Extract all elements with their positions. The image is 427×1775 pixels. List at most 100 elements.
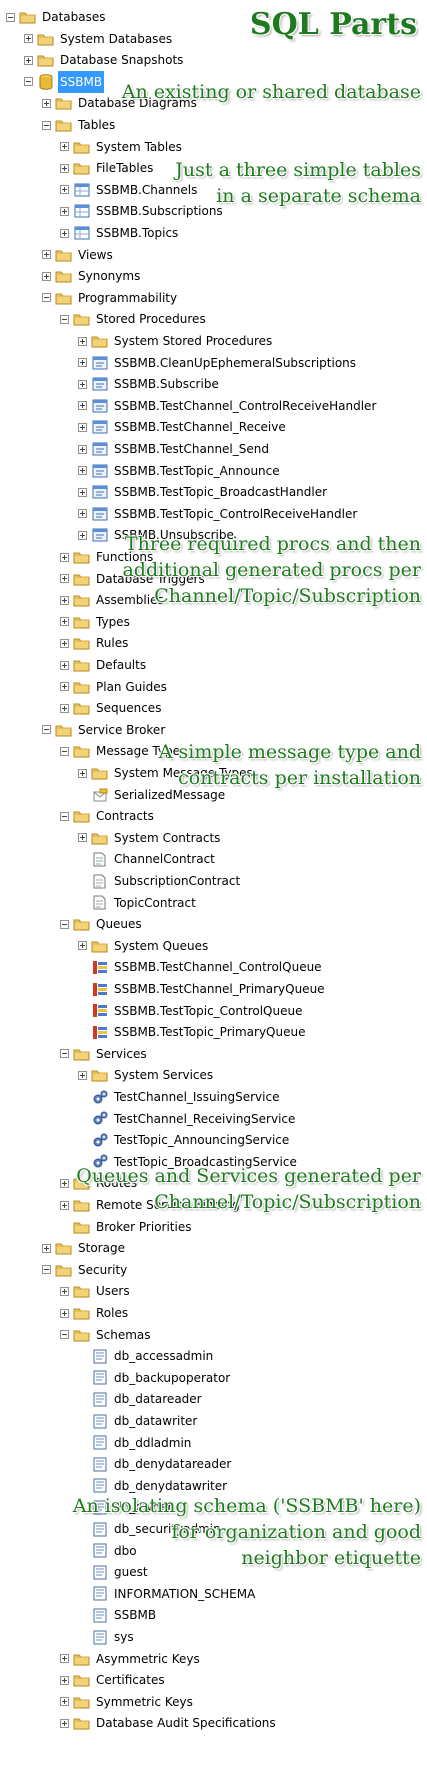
tree-node[interactable]: SSBMB.TestChannel_Send — [78, 438, 271, 460]
tree-node[interactable]: Stored Procedures — [60, 308, 208, 330]
tree-node[interactable]: Users — [60, 1280, 132, 1302]
expand-icon[interactable] — [60, 228, 69, 238]
tree-node-label[interactable]: Symmetric Keys — [94, 1691, 195, 1713]
tree-node[interactable]: SSBMB.TestChannel_ControlQueue — [78, 956, 324, 978]
tree-node[interactable]: System Databases — [24, 28, 174, 50]
tree-node[interactable]: SSBMB.Channels — [60, 179, 199, 201]
collapse-icon[interactable] — [24, 77, 33, 87]
collapse-icon[interactable] — [60, 919, 69, 929]
expand-icon[interactable] — [60, 1286, 69, 1296]
tree-node-label[interactable]: SSBMB.TestTopic_PrimaryQueue — [112, 1021, 307, 1043]
tree-node[interactable]: Programmability — [42, 287, 179, 309]
tree-node-label[interactable]: db_backupoperator — [112, 1367, 232, 1389]
tree-node-label[interactable]: SSBMB.TestChannel_Receive — [112, 416, 288, 438]
expand-icon[interactable] — [60, 1654, 69, 1664]
expand-icon[interactable] — [60, 682, 69, 692]
tree-node-label[interactable]: TopicContract — [112, 892, 198, 914]
tree-node[interactable]: dbo — [78, 1540, 139, 1562]
collapse-icon[interactable] — [42, 725, 51, 735]
tree-node-label[interactable]: SSBMB.TestChannel_PrimaryQueue — [112, 978, 327, 1000]
tree-node[interactable]: SSBMB.TestChannel_ControlReceiveHandler — [78, 395, 378, 417]
expand-icon[interactable] — [60, 660, 69, 670]
tree-node[interactable]: SSBMB.TestTopic_Announce — [78, 460, 282, 482]
expand-icon[interactable] — [42, 98, 51, 108]
tree-node[interactable]: SSBMB.TestTopic_BroadcastHandler — [78, 481, 329, 503]
tree-node-label[interactable]: Rules — [94, 632, 130, 654]
tree-node[interactable]: db_denydatareader — [78, 1453, 233, 1475]
tree-node-label[interactable]: db_denydatareader — [112, 1453, 233, 1475]
tree-node-label[interactable]: System Services — [112, 1064, 215, 1086]
tree-node[interactable]: sys — [78, 1626, 136, 1648]
tree-node-label[interactable]: Queues — [94, 913, 144, 935]
tree-node[interactable]: Queues — [60, 913, 144, 935]
tree-node[interactable]: Contracts — [60, 805, 156, 827]
tree-node-label[interactable]: Databases — [40, 6, 108, 28]
tree-node[interactable]: System Contracts — [78, 827, 222, 849]
tree-node-label[interactable]: Sequences — [94, 697, 163, 719]
tree-node-label[interactable]: System Tables — [94, 136, 184, 158]
tree-node-label[interactable]: dbo — [112, 1540, 139, 1562]
expand-icon[interactable] — [78, 1070, 87, 1080]
expand-icon[interactable] — [78, 401, 87, 411]
tree-node-label[interactable]: guest — [112, 1561, 150, 1583]
tree-node-label[interactable]: Views — [76, 244, 115, 266]
tree-node-label[interactable]: INFORMATION_SCHEMA — [112, 1583, 257, 1605]
tree-node-label[interactable]: SSBMB.TestChannel_Send — [112, 438, 271, 460]
expand-icon[interactable] — [78, 379, 87, 389]
tree-node-label[interactable]: SSBMB.Subscriptions — [94, 200, 225, 222]
tree-node-label[interactable]: Contracts — [94, 805, 156, 827]
tree-node[interactable]: db_datareader — [78, 1388, 204, 1410]
tree-node[interactable]: FileTables — [60, 157, 155, 179]
tree-node-label[interactable]: System Queues — [112, 935, 210, 957]
expand-icon[interactable] — [60, 206, 69, 216]
tree-node[interactable]: Broker Priorities — [60, 1216, 193, 1238]
tree-node[interactable]: Services — [60, 1043, 149, 1065]
collapse-icon[interactable] — [60, 811, 69, 821]
tree-node-label[interactable]: Service Broker — [76, 719, 167, 741]
tree-node[interactable]: TopicContract — [78, 892, 198, 914]
tree-node-label[interactable]: Plan Guides — [94, 676, 169, 698]
tree-node-label[interactable]: Synonyms — [76, 265, 142, 287]
tree-node[interactable]: Symmetric Keys — [60, 1691, 195, 1713]
collapse-icon[interactable] — [6, 12, 15, 22]
tree-node-label[interactable]: System Stored Procedures — [112, 330, 274, 352]
tree-node[interactable]: SSBMB.Subscriptions — [60, 200, 225, 222]
expand-icon[interactable] — [78, 833, 87, 843]
expand-icon[interactable] — [78, 336, 87, 346]
tree-node-label[interactable]: Types — [94, 611, 132, 633]
tree-node-label[interactable]: Database Snapshots — [58, 49, 185, 71]
tree-node-label[interactable]: Programmability — [76, 287, 179, 309]
tree-node-label[interactable]: Certificates — [94, 1669, 167, 1691]
tree-node[interactable]: db_backupoperator — [78, 1367, 232, 1389]
tree-node-label[interactable]: db_accessadmin — [112, 1345, 215, 1367]
tree-node[interactable]: SSBMB.CleanUpEphemeralSubscriptions — [78, 352, 358, 374]
expand-icon[interactable] — [78, 487, 87, 497]
tree-node-label[interactable]: SSBMB — [112, 1604, 158, 1626]
tree-node-label[interactable]: SSBMB.TestTopic_ControlQueue — [112, 1000, 304, 1022]
expand-icon[interactable] — [78, 941, 87, 951]
tree-node-label[interactable]: SSBMB.CleanUpEphemeralSubscriptions — [112, 352, 358, 374]
expand-icon[interactable] — [78, 530, 87, 540]
tree-node-label[interactable]: Security — [76, 1259, 129, 1281]
expand-icon[interactable] — [60, 574, 69, 584]
tree-node[interactable]: SSBMB.TestChannel_PrimaryQueue — [78, 978, 327, 1000]
expand-icon[interactable] — [42, 1243, 51, 1253]
tree-node[interactable]: Defaults — [60, 654, 148, 676]
tree-node[interactable]: Schemas — [60, 1324, 153, 1346]
tree-node-label[interactable]: SSBMB.Topics — [94, 222, 180, 244]
tree-node-label[interactable]: SSBMB.TestChannel_ControlReceiveHandler — [112, 395, 378, 417]
tree-node[interactable]: Assemblies — [60, 589, 166, 611]
tree-node[interactable]: ChannelContract — [78, 848, 217, 870]
tree-node[interactable]: guest — [78, 1561, 150, 1583]
tree-node[interactable]: Database Audit Specifications — [60, 1712, 278, 1734]
tree-node[interactable]: Asymmetric Keys — [60, 1648, 202, 1670]
tree-node[interactable]: System Stored Procedures — [78, 330, 274, 352]
tree-node[interactable]: Certificates — [60, 1669, 167, 1691]
tree-node[interactable]: Security — [42, 1259, 129, 1281]
tree-node-label[interactable]: Stored Procedures — [94, 308, 208, 330]
tree-node-label[interactable]: Broker Priorities — [94, 1216, 193, 1238]
tree-node[interactable]: TestChannel_IssuingService — [78, 1086, 281, 1108]
expand-icon[interactable] — [60, 1200, 69, 1210]
tree-node-label[interactable]: SSBMB.TestTopic_Announce — [112, 460, 282, 482]
tree-node[interactable]: Sequences — [60, 697, 163, 719]
